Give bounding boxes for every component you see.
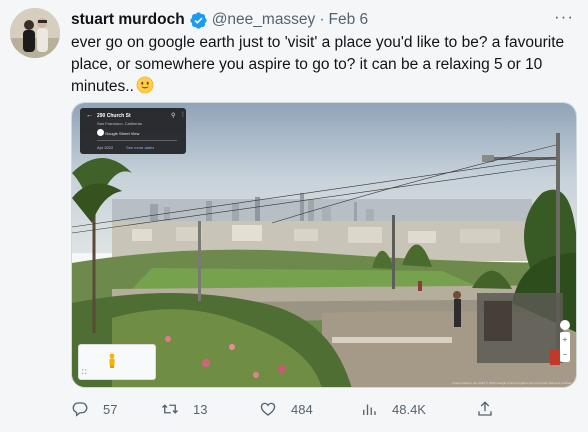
map-attribution: Image capture: Apr 2022 © 2023 Google Un… [452, 381, 572, 385]
zoom-out-icon[interactable]: − [560, 347, 570, 362]
reply-icon [72, 402, 88, 417]
zoom-control: + − [560, 332, 570, 362]
kebab-menu-icon[interactable]: ⋮ [180, 111, 186, 118]
tweet-date[interactable]: Feb 6 [328, 11, 368, 29]
pin-icon[interactable]: ⚲ [171, 112, 175, 119]
share-button[interactable] [476, 398, 494, 420]
location-city: San Francisco, California [97, 121, 142, 126]
reply-count: 57 [103, 401, 118, 417]
source-label: Google Street View [105, 131, 140, 136]
location-address: 290 Church St [97, 113, 131, 119]
tweet-header: stuart murdoch @nee_massey · Feb 6 [71, 9, 368, 31]
back-arrow-icon[interactable]: ← [86, 112, 93, 119]
views-chart-icon [363, 404, 376, 415]
more-dates-link[interactable]: See more dates [126, 145, 154, 150]
heart-icon [260, 402, 276, 416]
author-handle[interactable]: @nee_massey [212, 11, 316, 29]
google-logo-icon [97, 129, 104, 136]
capture-date: Apr 2022 [97, 145, 114, 150]
tweet-text: ever go on google earth just to 'visit' … [71, 32, 576, 98]
more-options-icon[interactable]: ··· [554, 7, 574, 27]
compass-icon[interactable] [560, 320, 570, 330]
like-count: 484 [291, 401, 313, 417]
expand-icon[interactable]: ⛶ [82, 370, 86, 377]
avatar[interactable] [10, 8, 60, 58]
street-view-image[interactable]: ← 290 Church St San Francisco, Californi… [71, 102, 577, 388]
minimap[interactable]: ⛶ [78, 344, 156, 380]
retweet-count: 13 [193, 401, 208, 417]
retweet-icon [162, 404, 178, 414]
smiling-face-emoji-icon [136, 76, 154, 94]
reply-button[interactable]: 57 [71, 398, 117, 420]
views-button[interactable]: 48.4K [360, 398, 426, 420]
retweet-button[interactable]: 13 [161, 398, 207, 420]
separator-dot: · [319, 11, 325, 28]
tweet-actions: 57 13 484 48.4K [71, 398, 511, 420]
verified-badge-icon[interactable] [189, 11, 208, 30]
share-icon [478, 401, 492, 416]
like-button[interactable]: 484 [259, 398, 313, 420]
pegman-icon[interactable] [108, 353, 116, 369]
author-name[interactable]: stuart murdoch [71, 11, 185, 29]
street-view-location-card[interactable]: ← 290 Church St San Francisco, Californi… [80, 108, 186, 154]
zoom-in-icon[interactable]: + [560, 332, 570, 347]
views-count: 48.4K [392, 401, 426, 417]
divider [97, 140, 177, 141]
